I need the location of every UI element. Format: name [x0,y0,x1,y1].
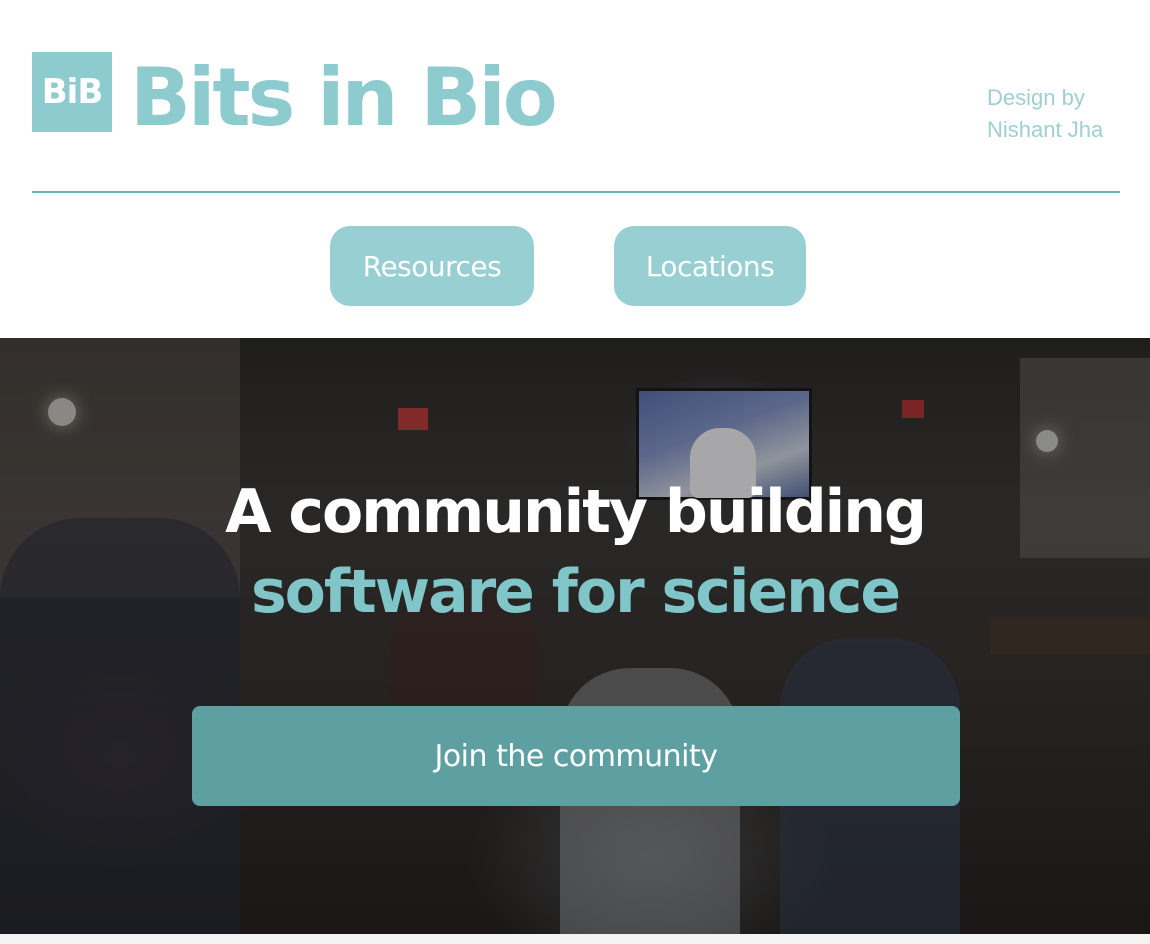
header-divider [32,191,1120,193]
site-header: BiB Bits in Bio Design by Nishant Jha [0,0,1150,192]
design-credit: Design by Nishant Jha [987,82,1137,146]
join-community-button[interactable]: Join the community [192,706,960,806]
nav-locations-button[interactable]: Locations [614,226,806,306]
hero-headline-line-2: software for science [250,557,901,627]
hero-dark-overlay [0,338,1150,934]
hero-section: A community building software for scienc… [0,338,1150,934]
hero-headline-line-1: A community building [225,477,927,547]
credit-line-1: Design by [987,85,1085,110]
bib-logo[interactable]: BiB [32,52,112,132]
nav-resources-button[interactable]: Resources [330,226,534,306]
site-title[interactable]: Bits in Bio [130,50,558,146]
credit-line-2: Nishant Jha [987,117,1104,142]
logo-text: BiB [41,72,103,112]
page-bottom-strip [0,934,1150,944]
